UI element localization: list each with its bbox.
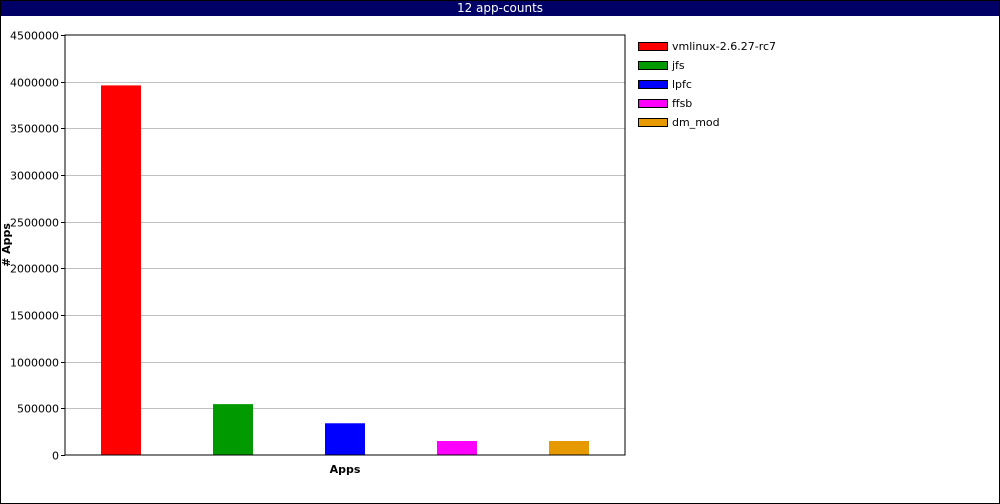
bar-chart: 0 500000 1000000 1500000 2000000 2500000 30000…	[0, 30, 626, 476]
legend-item: jfs	[638, 56, 776, 75]
legend-swatch	[638, 118, 668, 127]
y-tick-label: 500000	[17, 403, 59, 416]
legend-swatch	[638, 61, 668, 70]
legend-item: dm_mod	[638, 113, 776, 132]
y-tick-label: 2500000	[10, 217, 59, 230]
legend-label: dm_mod	[672, 116, 720, 129]
bar-lpfc	[325, 423, 365, 455]
x-axis-label: Apps	[330, 463, 361, 476]
bar-vmlinux-2.6.27-rc7	[101, 85, 141, 456]
y-tick-label: 4000000	[10, 77, 59, 90]
legend-item: ffsb	[638, 94, 776, 113]
y-tick-label: 3000000	[10, 170, 59, 183]
y-axis-label: # Apps	[0, 223, 13, 267]
bar-dm_mod	[549, 441, 589, 455]
legend-swatch	[638, 42, 668, 51]
legend-swatch	[638, 80, 668, 89]
y-tick-label: 1000000	[10, 357, 59, 370]
legend-item: lpfc	[638, 75, 776, 94]
legend-label: ffsb	[672, 97, 693, 110]
y-tick-label: 3500000	[10, 123, 59, 136]
legend-label: jfs	[672, 59, 685, 72]
legend-item: vmlinux-2.6.27-rc7	[638, 37, 776, 56]
y-tick-label: 1500000	[10, 310, 59, 323]
y-tick-label: 2000000	[10, 263, 59, 276]
plot-area	[64, 34, 626, 456]
legend-label: vmlinux-2.6.27-rc7	[672, 40, 777, 53]
legend: vmlinux-2.6.27-rc7 jfs lpfc ffsb dm_mod	[638, 37, 776, 132]
legend-label: lpfc	[672, 78, 692, 91]
y-tick-label: 0	[52, 450, 59, 463]
y-axis-ticks: 0 500000 1000000 1500000 2000000 2500000 30000…	[10, 30, 65, 463]
bar-jfs	[213, 404, 253, 455]
legend-swatch	[638, 99, 668, 108]
bar-ffsb	[437, 441, 477, 455]
y-tick-label: 4500000	[10, 30, 59, 43]
bars	[101, 85, 589, 456]
grid-lines	[65, 82, 625, 409]
